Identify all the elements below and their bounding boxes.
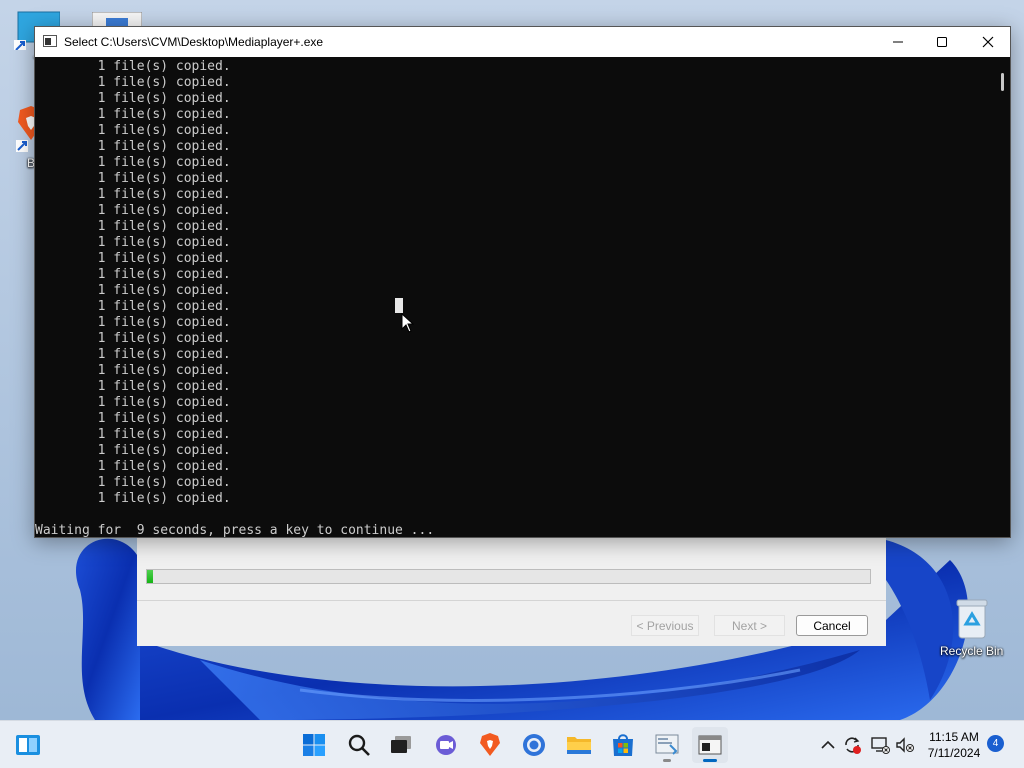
console-title-bar[interactable]: Select C:\Users\CVM\Desktop\Mediaplayer+… bbox=[35, 27, 1010, 57]
sync-icon bbox=[845, 737, 861, 754]
minimize-button[interactable] bbox=[875, 27, 921, 57]
console-app-icon bbox=[698, 735, 722, 755]
console-line: 1 file(s) copied. bbox=[35, 379, 231, 394]
taskbar-task-view[interactable] bbox=[383, 727, 419, 763]
running-indicator bbox=[663, 759, 671, 762]
desktop-icon-label: Recycle Bin bbox=[940, 644, 1004, 658]
console-window[interactable]: Select C:\Users\CVM\Desktop\Mediaplayer+… bbox=[34, 26, 1011, 538]
tray-volume[interactable] bbox=[895, 735, 915, 755]
clock-time: 11:15 AM bbox=[929, 730, 979, 744]
console-line: 1 file(s) copied. bbox=[35, 443, 231, 458]
console-line: 1 file(s) copied. bbox=[35, 235, 231, 250]
console-line: 1 file(s) copied. bbox=[35, 459, 231, 474]
close-button[interactable] bbox=[965, 27, 1011, 57]
window-title: Select C:\Users\CVM\Desktop\Mediaplayer+… bbox=[64, 35, 324, 49]
taskbar-installer[interactable] bbox=[649, 727, 685, 763]
console-line: 1 file(s) copied. bbox=[35, 219, 231, 234]
console-copied-lines: 1 file(s) copied. 1 file(s) copied. 1 fi… bbox=[35, 59, 231, 507]
console-line: 1 file(s) copied. bbox=[35, 427, 231, 442]
installer-app-icon bbox=[655, 734, 679, 755]
maximize-button[interactable] bbox=[919, 27, 965, 57]
install-progress-bar bbox=[146, 569, 871, 584]
taskbar-brave[interactable] bbox=[472, 727, 508, 763]
task-view-icon bbox=[391, 736, 411, 753]
taskbar-chat[interactable] bbox=[428, 727, 464, 763]
mouse-pointer-icon bbox=[401, 313, 415, 333]
console-line: 1 file(s) copied. bbox=[35, 75, 231, 90]
taskbar-chrome[interactable] bbox=[516, 727, 552, 763]
console-line: 1 file(s) copied. bbox=[35, 283, 231, 298]
chevron-up-icon bbox=[821, 740, 835, 749]
taskbar-clock[interactable]: 11:15 AM 7/11/2024 bbox=[922, 729, 986, 761]
taskbar-file-explorer[interactable] bbox=[561, 727, 597, 763]
installer-window: < Previous Next > Cancel bbox=[137, 520, 886, 646]
notification-badge[interactable]: 4 bbox=[987, 735, 1004, 752]
scrollbar-thumb[interactable] bbox=[1001, 73, 1004, 91]
taskbar-search[interactable] bbox=[341, 727, 377, 763]
taskbar-start[interactable] bbox=[296, 727, 332, 763]
console-line: 1 file(s) copied. bbox=[35, 411, 231, 426]
install-progress-fill bbox=[147, 570, 153, 583]
console-wait-message: Waiting for 9 seconds, press a key to co… bbox=[35, 523, 435, 537]
console-line: 1 file(s) copied. bbox=[35, 299, 231, 314]
clock-date: 7/11/2024 bbox=[927, 746, 981, 760]
volume-muted-icon bbox=[896, 737, 914, 753]
console-app-icon bbox=[43, 35, 57, 47]
previous-button[interactable]: < Previous bbox=[631, 615, 699, 636]
taskbar-console[interactable] bbox=[692, 727, 728, 763]
teams-chat-icon bbox=[436, 735, 456, 755]
close-icon bbox=[982, 36, 994, 48]
console-line: 1 file(s) copied. bbox=[35, 267, 231, 282]
tray-network[interactable] bbox=[870, 735, 890, 755]
store-icon bbox=[613, 734, 633, 756]
console-line: 1 file(s) copied. bbox=[35, 331, 231, 346]
widgets-icon bbox=[16, 735, 40, 755]
next-button[interactable]: Next > bbox=[714, 615, 785, 636]
recycle-bin-icon bbox=[956, 599, 988, 639]
console-line: 1 file(s) copied. bbox=[35, 363, 231, 378]
console-line: 1 file(s) copied. bbox=[35, 251, 231, 266]
tray-sync[interactable] bbox=[842, 735, 862, 755]
network-icon bbox=[871, 737, 890, 754]
console-line: 1 file(s) copied. bbox=[35, 139, 231, 154]
console-scrollbar[interactable] bbox=[995, 57, 1010, 537]
maximize-icon bbox=[937, 37, 947, 47]
console-line: 1 file(s) copied. bbox=[35, 347, 231, 362]
console-line: 1 file(s) copied. bbox=[35, 203, 231, 218]
taskbar bbox=[0, 720, 1024, 768]
desktop-icon-recycle-bin[interactable]: Recycle Bin bbox=[940, 596, 1003, 658]
console-line: 1 file(s) copied. bbox=[35, 395, 231, 410]
console-line: 1 file(s) copied. bbox=[35, 91, 231, 106]
console-output[interactable]: 1 file(s) copied. 1 file(s) copied. 1 fi… bbox=[35, 57, 994, 537]
search-icon bbox=[348, 734, 370, 756]
installer-divider bbox=[137, 600, 886, 601]
console-line: 1 file(s) copied. bbox=[35, 123, 231, 138]
brave-icon bbox=[480, 733, 500, 756]
console-line: 1 file(s) copied. bbox=[35, 475, 231, 490]
text-cursor bbox=[395, 298, 403, 313]
console-line: 1 file(s) copied. bbox=[35, 107, 231, 122]
taskbar-widgets[interactable] bbox=[10, 727, 46, 763]
cancel-button[interactable]: Cancel bbox=[796, 615, 868, 636]
chrome-icon bbox=[523, 734, 545, 756]
console-line: 1 file(s) copied. bbox=[35, 187, 231, 202]
console-line: 1 file(s) copied. bbox=[35, 171, 231, 186]
tray-chevron[interactable] bbox=[818, 735, 838, 755]
taskbar-store[interactable] bbox=[605, 727, 641, 763]
active-indicator bbox=[703, 759, 717, 762]
console-line: 1 file(s) copied. bbox=[35, 315, 231, 330]
console-line: 1 file(s) copied. bbox=[35, 491, 231, 506]
file-explorer-icon bbox=[567, 737, 591, 754]
start-icon bbox=[303, 734, 325, 756]
console-line: 1 file(s) copied. bbox=[35, 155, 231, 170]
console-line: 1 file(s) copied. bbox=[35, 59, 231, 74]
minimize-icon bbox=[893, 41, 903, 43]
